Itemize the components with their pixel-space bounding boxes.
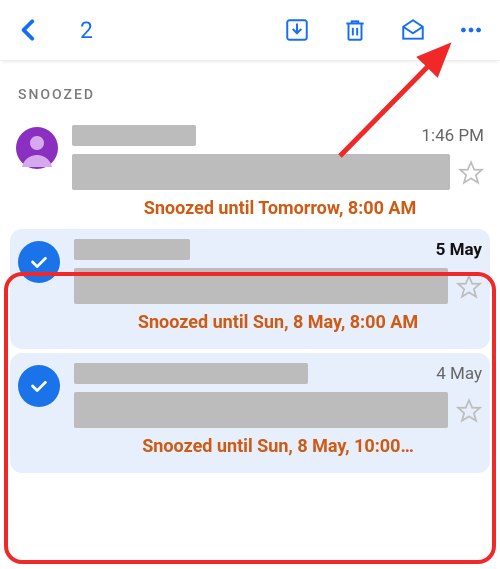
email-item[interactable]: 5 May Snoozed until Sun, 8 May, 8:00 AM [10, 229, 490, 349]
snooze-label: Snoozed until Sun, 8 May, 10:00… [74, 436, 482, 457]
toolbar: 2 [0, 0, 500, 61]
snooze-label: Snoozed until Tomorrow, 8:00 AM [60, 198, 500, 219]
mark-unread-button[interactable] [398, 15, 428, 45]
preview-placeholder [72, 154, 450, 190]
selected-check-icon[interactable] [18, 241, 60, 283]
email-item[interactable]: 1:46 PM [0, 119, 500, 190]
delete-button[interactable] [340, 15, 370, 45]
archive-button[interactable] [282, 15, 312, 45]
sender-placeholder [74, 239, 190, 260]
timestamp: 1:46 PM [411, 126, 484, 146]
sender-placeholder [72, 125, 196, 146]
preview-placeholder [74, 392, 448, 428]
section-label: SNOOZED [18, 87, 482, 103]
timestamp: 5 May [426, 240, 482, 260]
email-item[interactable]: 4 May Snoozed until Sun, 8 May, 10:00… [10, 353, 490, 473]
preview-placeholder [74, 268, 448, 304]
selected-count: 2 [80, 17, 93, 44]
avatar [16, 127, 58, 169]
sender-placeholder [74, 363, 308, 384]
content: SNOOZED 1:46 PM [0, 61, 500, 485]
selected-check-icon[interactable] [18, 365, 60, 407]
star-button[interactable] [458, 160, 484, 190]
star-button[interactable] [456, 274, 482, 304]
snooze-label: Snoozed until Sun, 8 May, 8:00 AM [74, 312, 482, 333]
star-button[interactable] [456, 398, 482, 428]
overflow-button[interactable] [456, 15, 486, 45]
back-button[interactable] [14, 15, 44, 45]
timestamp: 4 May [426, 364, 482, 384]
